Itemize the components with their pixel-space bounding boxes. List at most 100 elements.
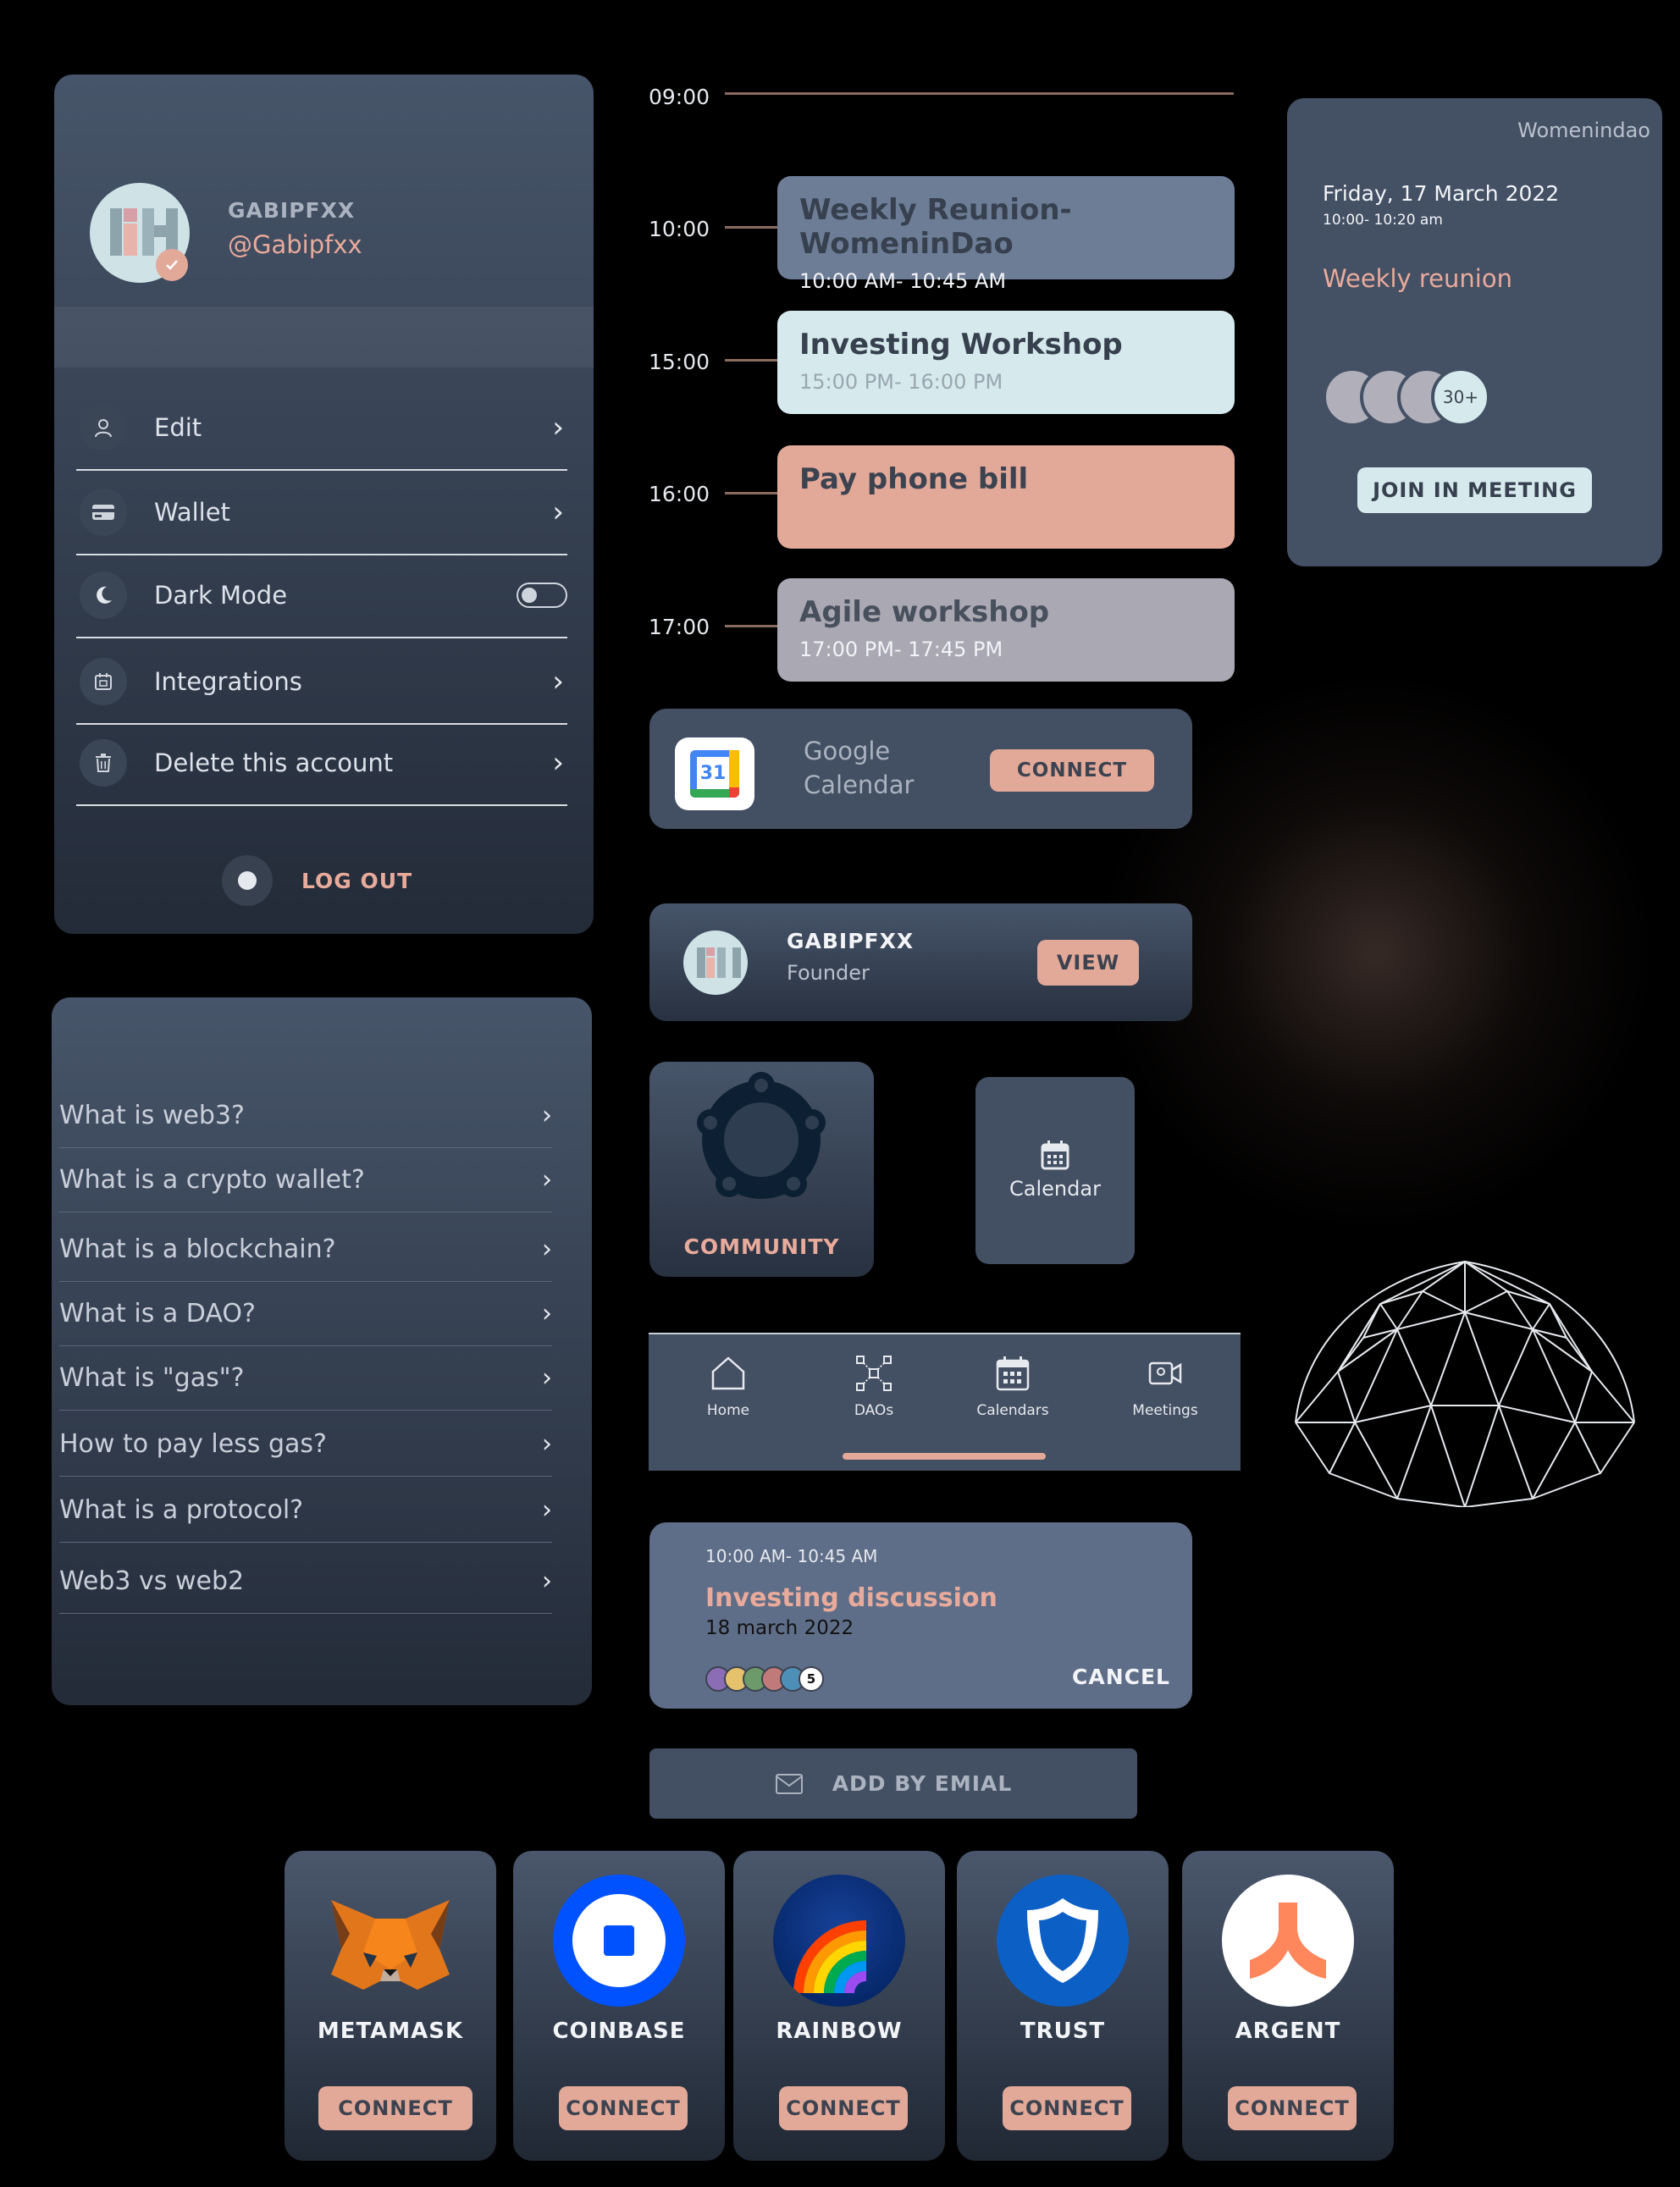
nav-active-indicator <box>843 1453 1046 1460</box>
trust-icon <box>997 1875 1129 2007</box>
profile-divider-band <box>54 307 594 367</box>
meeting-card: Womenindao Friday, 17 March 2022 10:00- … <box>1287 98 1662 566</box>
faq-item[interactable]: What is a DAO? › <box>59 1282 552 1346</box>
google-calendar-icon: 31 <box>675 737 754 810</box>
coinbase-icon <box>553 1875 685 2007</box>
faq-item[interactable]: Web3 vs web2 › <box>59 1549 552 1614</box>
menu-label-integrations: Integrations <box>154 667 302 696</box>
meeting-org: Womenindao <box>1517 119 1650 142</box>
calendar-icon <box>1041 1140 1069 1170</box>
dark-mode-toggle[interactable] <box>517 583 567 608</box>
meeting-time: 10:00- 10:20 am <box>1323 212 1443 229</box>
discussion-title: Investing discussion <box>705 1583 998 1613</box>
chevron-right-icon: › <box>542 1363 552 1393</box>
menu-item-dark-mode: Dark Mode <box>76 554 567 638</box>
menu-label-wallet: Wallet <box>154 498 230 527</box>
wallet-connect-button[interactable]: CONNECT <box>318 2086 472 2130</box>
event-title: Pay phone bill <box>799 462 1029 496</box>
google-calendar-connect-button[interactable]: CONNECT <box>990 749 1154 792</box>
google-calendar-card: 31 Google Calendar CONNECT <box>649 709 1192 829</box>
member-name: GABIPFXX <box>787 929 915 953</box>
event-title: Agile workshop <box>799 595 1050 629</box>
menu-item-edit[interactable]: Edit › <box>76 386 567 471</box>
calendar-tile-label: Calendar <box>1009 1177 1101 1201</box>
profile-name: GABIPFXX <box>228 198 356 223</box>
chevron-right-icon: › <box>542 1234 552 1264</box>
nav-daos[interactable]: DAOs <box>823 1355 925 1419</box>
logout-icon <box>222 855 273 906</box>
nav-calendars[interactable]: Calendars <box>962 1355 1064 1419</box>
faq-item[interactable]: What is web3? › <box>59 1084 552 1148</box>
faq-question: Web3 vs web2 <box>59 1566 245 1596</box>
member-avatar[interactable] <box>683 931 748 995</box>
member-role: Founder <box>787 961 870 985</box>
wallet-name: TRUST <box>1020 2019 1106 2044</box>
event-investing-workshop[interactable]: Investing Workshop 15:00 PM- 16:00 PM <box>777 311 1235 414</box>
chevron-right-icon: › <box>552 665 564 699</box>
wallet-connect-label: CONNECT <box>566 2096 681 2120</box>
faq-item[interactable]: How to pay less gas? › <box>59 1412 552 1477</box>
google-calendar-icon-number: 31 <box>699 762 727 784</box>
discussion-date: 18 march 2022 <box>705 1617 854 1639</box>
nav-meetings-label: Meetings <box>1132 1402 1198 1419</box>
time-label: 09:00 <box>649 85 710 109</box>
discussion-time: 10:00 AM- 10:45 AM <box>705 1546 878 1566</box>
nav-daos-label: DAOs <box>854 1402 894 1419</box>
moon-icon <box>80 572 127 619</box>
wallet-card-argent: ARGENT CONNECT <box>1182 1851 1394 2161</box>
wallet-name: ARGENT <box>1235 2019 1341 2044</box>
community-tile[interactable]: COMMUNITY <box>649 1062 874 1277</box>
event-time: 10:00 AM- 10:45 AM <box>799 269 1007 293</box>
participants-avatars: 5 <box>705 1666 875 1692</box>
meeting-date: Friday, 17 March 2022 <box>1323 181 1560 206</box>
member-card: GABIPFXX Founder VIEW <box>649 903 1192 1021</box>
profile-handle: @Gabipfxx <box>228 230 362 259</box>
menu-label-edit: Edit <box>154 413 202 442</box>
nav-home-label: Home <box>706 1402 750 1419</box>
metamask-icon <box>324 1875 456 2007</box>
discussion-cancel-button[interactable]: CANCEL <box>1072 1665 1170 1689</box>
member-view-label: VIEW <box>1056 951 1120 975</box>
nav-meetings[interactable]: Meetings <box>1114 1355 1216 1419</box>
wallet-connect-button[interactable]: CONNECT <box>559 2086 688 2130</box>
wallet-card-coinbase: COINBASE CONNECT <box>513 1851 725 2161</box>
calendar-tile[interactable]: Calendar <box>975 1077 1135 1264</box>
member-view-button[interactable]: VIEW <box>1037 940 1139 986</box>
menu-item-delete-account[interactable]: Delete this account › <box>76 721 567 806</box>
event-time: 15:00 PM- 16:00 PM <box>799 370 1003 394</box>
faq-item[interactable]: What is a crypto wallet? › <box>59 1148 552 1212</box>
user-icon <box>80 404 127 451</box>
menu-label-dark-mode: Dark Mode <box>154 581 288 610</box>
wallet-connect-button[interactable]: CONNECT <box>1228 2086 1357 2130</box>
add-by-email-button[interactable]: ADD BY EMIAL <box>649 1748 1137 1819</box>
faq-item[interactable]: What is a blockchain? › <box>59 1218 552 1282</box>
faq-question: What is a protocol? <box>59 1495 304 1525</box>
dome-wireframe-icon <box>1295 1261 1635 1507</box>
calendars-icon <box>996 1356 1030 1391</box>
menu-item-wallet[interactable]: Wallet › <box>76 471 567 555</box>
chevron-right-icon: › <box>552 411 564 445</box>
home-icon <box>711 1356 745 1390</box>
nav-home[interactable]: Home <box>677 1355 779 1419</box>
event-title: Weekly Reunion-WomeninDao <box>799 193 1072 261</box>
wallet-connect-button[interactable]: CONNECT <box>1003 2086 1131 2130</box>
time-rule <box>725 359 777 362</box>
event-weekly-reunion[interactable]: Weekly Reunion-WomeninDao 10:00 AM- 10:4… <box>777 176 1235 293</box>
join-meeting-button[interactable]: JOIN IN MEETING <box>1357 467 1592 513</box>
nav-calendars-label: Calendars <box>976 1402 1049 1419</box>
event-title: Investing Workshop <box>799 328 1123 362</box>
faq-item[interactable]: What is "gas"? › <box>59 1346 552 1411</box>
event-pay-phone-bill[interactable]: Pay phone bill <box>777 445 1235 549</box>
menu-item-integrations[interactable]: Integrations › <box>76 640 567 725</box>
wallet-connect-button[interactable]: CONNECT <box>779 2086 908 2130</box>
google-calendar-connect-label: CONNECT <box>1016 759 1128 781</box>
chevron-right-icon: › <box>542 1101 552 1130</box>
chevron-right-icon: › <box>542 1566 552 1596</box>
faq-item[interactable]: What is a protocol? › <box>59 1478 552 1543</box>
time-rule <box>725 625 777 627</box>
community-label: COMMUNITY <box>683 1234 840 1259</box>
event-agile-workshop[interactable]: Agile workshop 17:00 PM- 17:45 PM <box>777 578 1235 682</box>
logout-button[interactable]: LOG OUT <box>222 855 425 906</box>
wallet-card-trust: TRUST CONNECT <box>957 1851 1169 2161</box>
wallet-card-metamask: METAMASK CONNECT <box>285 1851 496 2161</box>
